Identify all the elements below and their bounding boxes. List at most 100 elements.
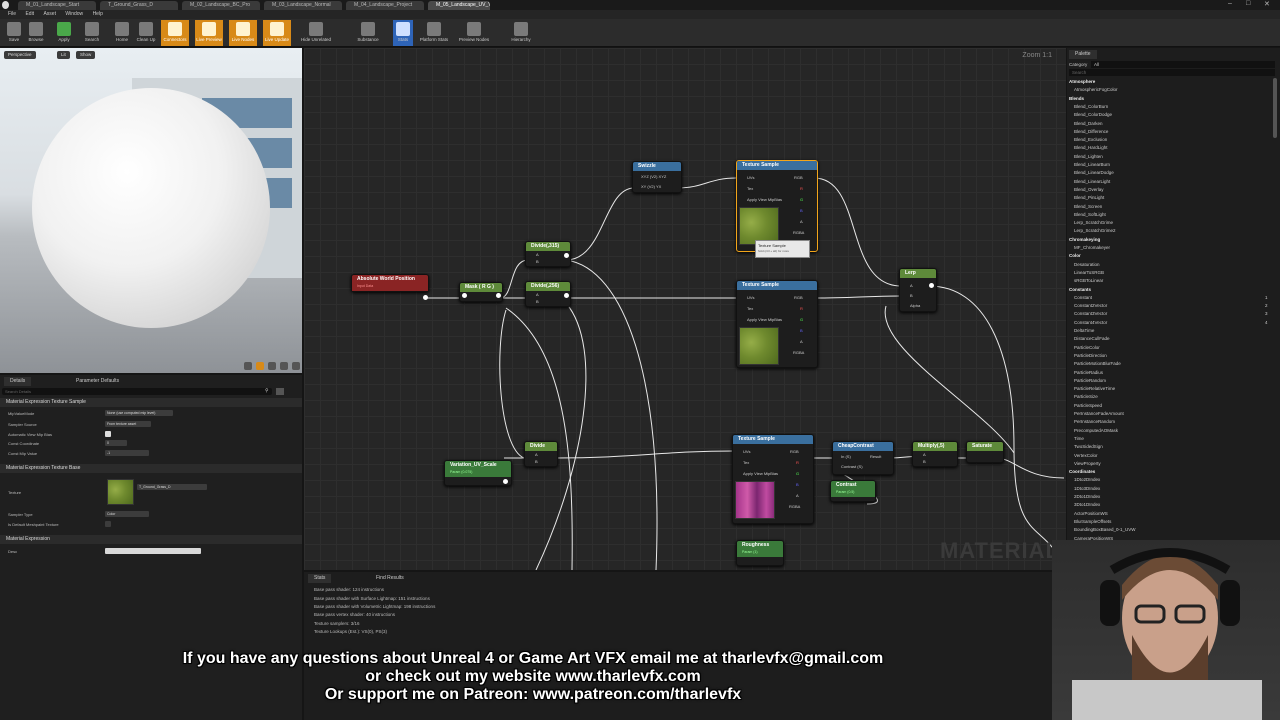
menu-asset[interactable]: Asset	[43, 10, 56, 19]
desc-input[interactable]	[105, 548, 201, 554]
palette-item[interactable]: TwoSidedSign	[1074, 444, 1103, 449]
palette-category[interactable]: Color	[1069, 253, 1081, 258]
close-icon[interactable]: ✕	[1264, 0, 1270, 8]
palette-item[interactable]: Blend_Overlay	[1074, 187, 1104, 192]
palette-item[interactable]: ParticleRandom	[1074, 378, 1106, 383]
tab-palette[interactable]: Palette	[1069, 50, 1097, 59]
search-button[interactable]: Search	[78, 20, 106, 46]
node-absolute-world-position[interactable]: Absolute World Position Input Data	[351, 274, 429, 292]
show-button[interactable]: Show	[76, 51, 96, 59]
palette-item[interactable]: MF_Chromakeyer	[1074, 245, 1110, 250]
node-multiply[interactable]: Multiply(,5) A B	[912, 441, 958, 467]
plane-preview-icon[interactable]	[268, 362, 276, 370]
stats-button[interactable]: Stats	[393, 20, 413, 46]
palette-item[interactable]: ParticleColor	[1074, 345, 1100, 350]
view-options-icon[interactable]	[276, 388, 284, 395]
palette-item[interactable]: DeltaTime	[1074, 328, 1094, 333]
category-select[interactable]: All	[1091, 61, 1275, 68]
cube-preview-icon[interactable]	[256, 362, 264, 370]
const-mip-value-input[interactable]: -1	[105, 450, 149, 456]
palette-item[interactable]: 2Dto1DIndex	[1074, 494, 1100, 499]
node-divide-315[interactable]: Divide(,315) A B	[525, 241, 571, 267]
palette-item[interactable]: ViewProperty	[1074, 461, 1101, 466]
output-pin[interactable]	[496, 293, 501, 298]
perspective-button[interactable]: Perspective	[4, 51, 36, 59]
teapot-preview-icon[interactable]	[292, 362, 300, 370]
palette-item[interactable]: Blend_Screen	[1074, 204, 1102, 209]
auto-view-mip-bias-checkbox[interactable]	[105, 431, 111, 437]
palette-item[interactable]: Blend_LinearDodge	[1074, 170, 1114, 175]
palette-item[interactable]: Constant	[1074, 295, 1092, 300]
node-texture-sample-1[interactable]: Texture Sample UVs Tex Apply View MipBia…	[736, 160, 818, 258]
live-nodes-button[interactable]: Live Nodes	[229, 20, 257, 46]
palette-item[interactable]: ParticleRelativeTime	[1074, 386, 1115, 391]
node-texture-sample-2[interactable]: Texture Sample UVs Tex Apply View MipBia…	[736, 280, 818, 368]
palette-item[interactable]: 1Dto3DIndex	[1074, 486, 1100, 491]
hierarchy-button[interactable]: Hierarchy	[506, 20, 536, 46]
node-variation-uv-scale[interactable]: Variation_UV_Scale Param (0.075)	[444, 460, 512, 486]
node-texture-sample-3[interactable]: Texture Sample UVs Tex Apply View MipBia…	[732, 434, 814, 524]
default-meshpaint-checkbox[interactable]	[105, 521, 111, 527]
output-pin[interactable]	[503, 479, 508, 484]
tab-parameter-defaults[interactable]: Parameter Defaults	[70, 377, 125, 386]
palette-item[interactable]: Constant4Vector	[1074, 320, 1107, 325]
palette-item[interactable]: Blend_HardLight	[1074, 145, 1108, 150]
const-coordinate-input[interactable]: 0	[105, 440, 127, 446]
palette-item[interactable]: 3Dto1DIndex	[1074, 502, 1100, 507]
palette-item[interactable]: VertexColor	[1074, 453, 1098, 458]
tab-tground[interactable]: T_Ground_Grass_D	[100, 1, 178, 10]
menu-edit[interactable]: Edit	[25, 10, 34, 19]
section-material-expression[interactable]: Material Expression	[0, 535, 302, 544]
palette-item[interactable]: Blend_Exclusion	[1074, 137, 1107, 142]
palette-item[interactable]: Constant2Vector	[1074, 303, 1107, 308]
palette-item[interactable]: Blend_ColorBurn	[1074, 104, 1108, 109]
connectors-button[interactable]: Connectors	[161, 20, 189, 46]
lit-button[interactable]: Lit	[57, 51, 70, 59]
output-pin[interactable]	[929, 283, 934, 288]
minimize-icon[interactable]: –	[1228, 0, 1232, 7]
palette-item[interactable]: Lerp_ScratchGrime	[1074, 220, 1113, 225]
palette-item[interactable]: PrecomputedAOMask	[1074, 428, 1118, 433]
node-mask[interactable]: Mask ( R G )	[459, 282, 503, 302]
texture-thumbnail[interactable]	[107, 479, 134, 505]
palette-item[interactable]: sRGBToLinear	[1074, 278, 1103, 283]
palette-item[interactable]: Blend_Lighten	[1074, 154, 1103, 159]
palette-item[interactable]: Constant3Vector	[1074, 311, 1107, 316]
sampler-type-select[interactable]: Color	[105, 511, 149, 517]
palette-search-input[interactable]: Search	[1069, 69, 1275, 76]
palette-item[interactable]: Lerp_ScratchGrime2	[1074, 228, 1116, 233]
palette-item[interactable]: Blend_PinLight	[1074, 195, 1104, 200]
menu-help[interactable]: Help	[93, 10, 103, 19]
palette-item[interactable]: AtmosphericFogColor	[1074, 87, 1118, 92]
menu-file[interactable]: File	[8, 10, 16, 19]
maximize-icon[interactable]: □	[1246, 0, 1250, 7]
palette-category[interactable]: Chromakeying	[1069, 237, 1100, 242]
texture-asset-select[interactable]: T_Ground_Grass_D	[137, 484, 207, 490]
section-texture-sample[interactable]: Material Expression Texture Sample	[0, 398, 302, 407]
palette-category[interactable]: Coordinates	[1069, 469, 1095, 474]
node-lerp[interactable]: Lerp A B Alpha	[899, 268, 937, 312]
menu-window[interactable]: Window	[65, 10, 83, 19]
platform-stats-button[interactable]: Platform Stats	[418, 20, 450, 46]
tab-find-results[interactable]: Find Results	[370, 574, 410, 583]
preview-nodes-button[interactable]: Preview Nodes	[456, 20, 492, 46]
palette-item[interactable]: DistanceCullFade	[1074, 336, 1110, 341]
hide-unrelated-button[interactable]: Hide Unrelated	[300, 20, 332, 46]
palette-item[interactable]: ParticleRadius	[1074, 370, 1103, 375]
output-pin[interactable]	[423, 295, 428, 300]
palette-item[interactable]: ParticleMotionBlurFade	[1074, 361, 1121, 366]
palette-item[interactable]: BoundingBoxBased_0-1_UVW	[1074, 527, 1136, 532]
sampler-source-select[interactable]: From texture asset	[105, 421, 151, 427]
palette-item[interactable]: Time	[1074, 436, 1084, 441]
palette-category[interactable]: Blends	[1069, 96, 1084, 101]
node-saturate[interactable]: Saturate	[966, 441, 1004, 463]
palette-item[interactable]: Desaturation	[1074, 262, 1100, 267]
preview-viewport[interactable]: Perspective Lit Show	[0, 48, 302, 373]
palette-item[interactable]: ParticleDirection	[1074, 353, 1107, 358]
live-update-button[interactable]: Live Update	[263, 20, 291, 46]
output-pin[interactable]	[564, 293, 569, 298]
palette-category[interactable]: Constants	[1069, 287, 1091, 292]
mip-value-mode-select[interactable]: None (use computed mip level)	[105, 410, 173, 416]
tab-m02[interactable]: M_02_Landscape_BC_Pro	[182, 1, 260, 10]
tab-m05[interactable]: M_05_Landscape_UV_Var	[428, 1, 490, 10]
